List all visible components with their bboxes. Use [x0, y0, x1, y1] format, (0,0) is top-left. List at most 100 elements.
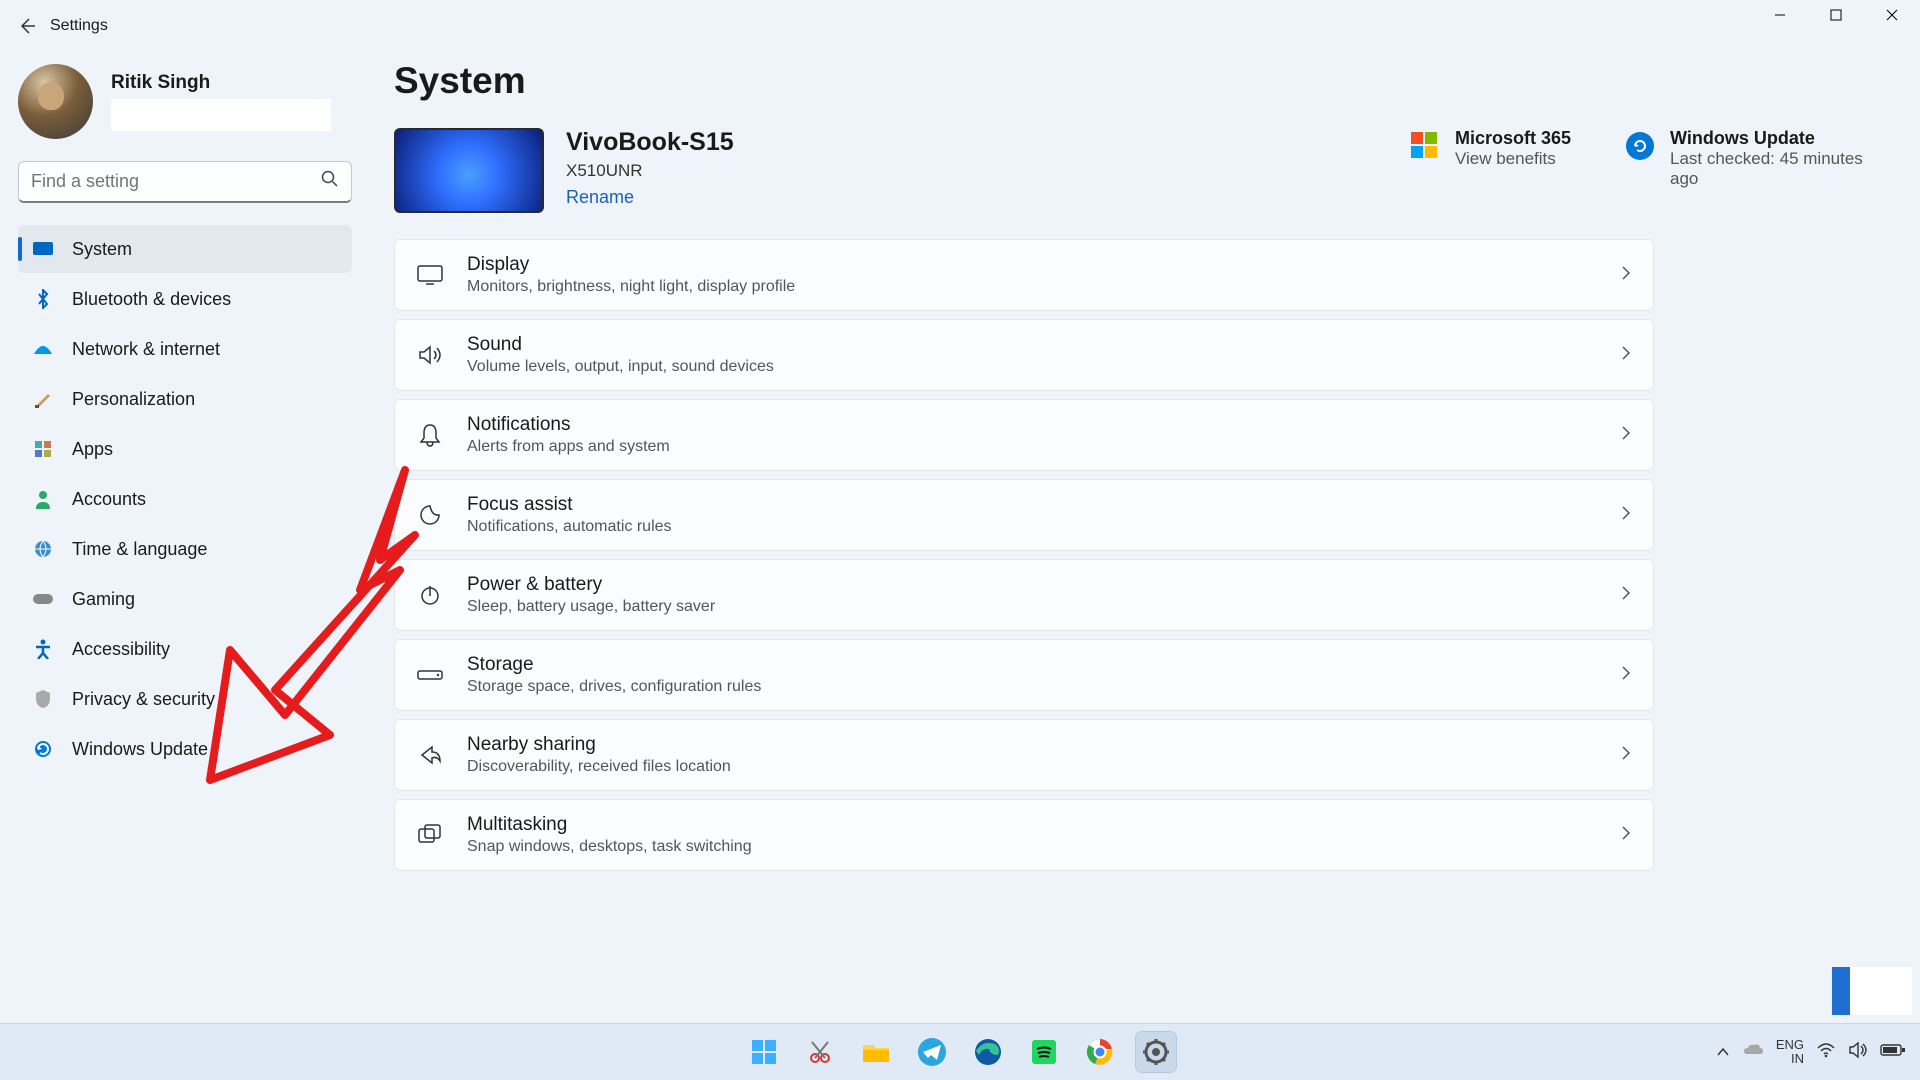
nearby-sharing-icon [417, 742, 443, 768]
status-title: Microsoft 365 [1455, 128, 1571, 149]
chevron-right-icon [1621, 505, 1631, 526]
gaming-icon [32, 588, 54, 610]
device-name: VivoBook-S15 [566, 128, 734, 157]
personalization-icon [32, 388, 54, 410]
rename-link[interactable]: Rename [566, 187, 634, 208]
sidebar-item-label: Accessibility [72, 639, 170, 660]
taskbar-start-button[interactable] [744, 1032, 784, 1072]
card-power[interactable]: Power & battery Sleep, battery usage, bat… [394, 559, 1654, 631]
settings-cards: DisplayMonitors, brightness, night light… [394, 239, 1654, 871]
sidebar-item-system[interactable]: System [18, 225, 352, 273]
card-sub: Alerts from apps and system [467, 438, 1597, 456]
card-sub: Monitors, brightness, night light, displ… [467, 278, 1597, 296]
page-title: System [394, 60, 1880, 102]
tray-language[interactable]: ENG IN [1776, 1038, 1804, 1067]
titlebar: Settings [0, 0, 1920, 52]
windows-update-icon [32, 738, 54, 760]
focus-assist-icon [417, 502, 443, 528]
status-sub: View benefits [1455, 149, 1571, 169]
taskbar-settings-icon[interactable] [1136, 1032, 1176, 1072]
card-title: Storage [467, 654, 1597, 676]
sidebar-item-network[interactable]: Network & internet [18, 325, 352, 373]
accounts-icon [32, 488, 54, 510]
sidebar-item-privacy[interactable]: Privacy & security [18, 675, 352, 723]
chevron-right-icon [1621, 265, 1631, 286]
card-display[interactable]: DisplayMonitors, brightness, night light… [394, 239, 1654, 311]
tray-battery-icon[interactable] [1880, 1043, 1906, 1061]
status-microsoft-365[interactable]: Microsoft 365 View benefits [1411, 128, 1571, 169]
back-button[interactable] [12, 11, 42, 41]
apps-icon [32, 438, 54, 460]
sidebar-item-windows-update[interactable]: Windows Update [18, 725, 352, 773]
chevron-right-icon [1621, 825, 1631, 846]
sidebar-item-label: Personalization [72, 389, 195, 410]
time-language-icon [32, 538, 54, 560]
device-thumbnail[interactable] [394, 128, 544, 213]
device-model: X510UNR [566, 161, 734, 181]
tray-onedrive-icon[interactable] [1742, 1042, 1764, 1062]
sidebar-item-label: Privacy & security [72, 689, 215, 710]
taskbar-chrome-icon[interactable] [1080, 1032, 1120, 1072]
device-row: VivoBook-S15 X510UNR Rename Microsoft 36… [394, 128, 1880, 213]
power-icon [417, 582, 443, 608]
taskbar-snip-icon[interactable] [800, 1032, 840, 1072]
tray-wifi-icon[interactable] [1816, 1042, 1836, 1062]
card-nearby-sharing[interactable]: Nearby sharing Discoverability, received … [394, 719, 1654, 791]
card-multitasking[interactable]: MultitaskingSnap windows, desktops, task… [394, 799, 1654, 871]
bluetooth-icon [32, 288, 54, 310]
user-email-redacted [111, 99, 331, 131]
sidebar-item-label: System [72, 239, 132, 260]
status-title: Windows Update [1670, 128, 1880, 149]
card-sub: Sleep, battery usage, battery saver [467, 598, 1597, 616]
card-sub: Notifications, automatic rules [467, 518, 1597, 536]
card-sound[interactable]: SoundVolume levels, output, input, sound… [394, 319, 1654, 391]
maximize-button[interactable] [1808, 0, 1864, 30]
sidebar-item-label: Apps [72, 439, 113, 460]
card-title: Power & battery [467, 574, 1597, 596]
card-title: Multitasking [467, 814, 1597, 836]
user-name: Ritik Singh [111, 72, 331, 94]
card-storage[interactable]: StorageStorage space, drives, configurat… [394, 639, 1654, 711]
privacy-icon [32, 688, 54, 710]
card-focus-assist[interactable]: Focus assistNotifications, automatic rul… [394, 479, 1654, 551]
card-title: Notifications [467, 414, 1597, 436]
sidebar-item-label: Windows Update [72, 739, 208, 760]
sidebar-item-personalization[interactable]: Personalization [18, 375, 352, 423]
user-block[interactable]: Ritik Singh [18, 64, 352, 139]
display-icon [417, 262, 443, 288]
sidebar-item-accounts[interactable]: Accounts [18, 475, 352, 523]
taskbar-telegram-icon[interactable] [912, 1032, 952, 1072]
tray-volume-icon[interactable] [1848, 1041, 1868, 1063]
storage-icon [417, 662, 443, 688]
taskbar-edge-icon[interactable] [968, 1032, 1008, 1072]
close-button[interactable] [1864, 0, 1920, 30]
system-tray[interactable]: ENG IN [1716, 1024, 1906, 1080]
nav-list: System Bluetooth & devices Network & int… [18, 225, 352, 773]
search-box[interactable] [18, 161, 352, 203]
update-icon [1626, 132, 1654, 160]
tray-chevron-up-icon[interactable] [1716, 1044, 1730, 1061]
status-windows-update[interactable]: Windows Update Last checked: 45 minutes … [1626, 128, 1880, 189]
search-input[interactable] [31, 171, 321, 192]
card-title: Sound [467, 334, 1597, 356]
notifications-icon [417, 422, 443, 448]
chevron-right-icon [1621, 425, 1631, 446]
sidebar-item-time[interactable]: Time & language [18, 525, 352, 573]
chevron-right-icon [1621, 585, 1631, 606]
card-notifications[interactable]: Notifications Alerts from apps and system [394, 399, 1654, 471]
sidebar-item-gaming[interactable]: Gaming [18, 575, 352, 623]
sidebar-item-apps[interactable]: Apps [18, 425, 352, 473]
network-icon [32, 338, 54, 360]
sidebar-item-accessibility[interactable]: Accessibility [18, 625, 352, 673]
weather-widget[interactable] [1832, 967, 1912, 1015]
taskbar-explorer-icon[interactable] [856, 1032, 896, 1072]
sidebar-item-bluetooth[interactable]: Bluetooth & devices [18, 275, 352, 323]
chevron-right-icon [1621, 345, 1631, 366]
sidebar-item-label: Gaming [72, 589, 135, 610]
card-sub: Discoverability, received files location [467, 758, 1597, 776]
card-title: Nearby sharing [467, 734, 1597, 756]
taskbar-spotify-icon[interactable] [1024, 1032, 1064, 1072]
sidebar-item-label: Network & internet [72, 339, 220, 360]
minimize-button[interactable] [1752, 0, 1808, 30]
chevron-right-icon [1621, 745, 1631, 766]
